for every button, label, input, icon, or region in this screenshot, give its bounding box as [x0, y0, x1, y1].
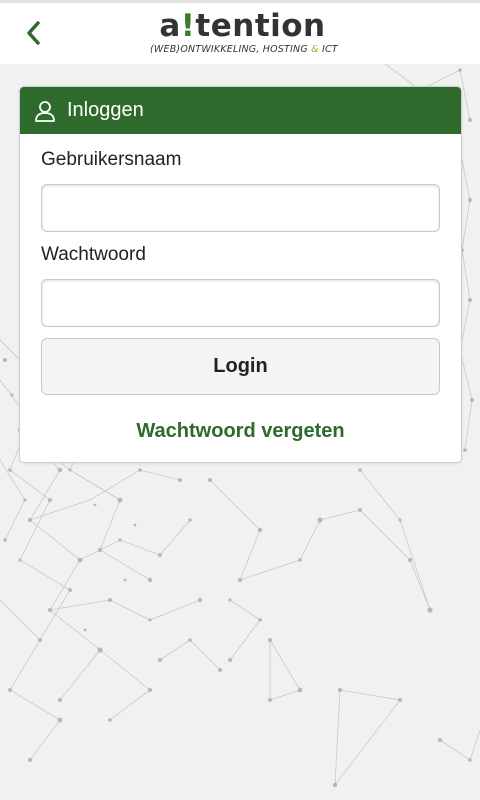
username-field[interactable] — [41, 184, 440, 232]
user-icon — [34, 100, 56, 122]
login-panel: Inloggen Gebruikersnaam Wachtwoord Login… — [19, 86, 462, 463]
top-bar: a!tention (WEB)ONTWIKKELING, HOSTING & I… — [0, 0, 480, 64]
logo-tagline: (WEB)ONTWIKKELING, HOSTING & ICT — [150, 44, 338, 55]
password-field[interactable] — [41, 279, 440, 327]
login-title: Inloggen — [67, 99, 144, 121]
forgot-password-link[interactable]: Wachtwoord vergeten — [41, 420, 440, 443]
password-label: Wachtwoord — [41, 244, 146, 265]
login-button[interactable]: Login — [41, 338, 440, 395]
back-button[interactable] — [18, 17, 50, 49]
attention-logo: a!tention (WEB)ONTWIKKELING, HOSTING & I… — [150, 8, 338, 61]
logo-wordmark: a!tention — [159, 8, 326, 44]
chevron-left-icon — [27, 21, 40, 45]
login-panel-header: Inloggen — [20, 87, 461, 134]
username-label: Gebruikersnaam — [41, 149, 182, 170]
